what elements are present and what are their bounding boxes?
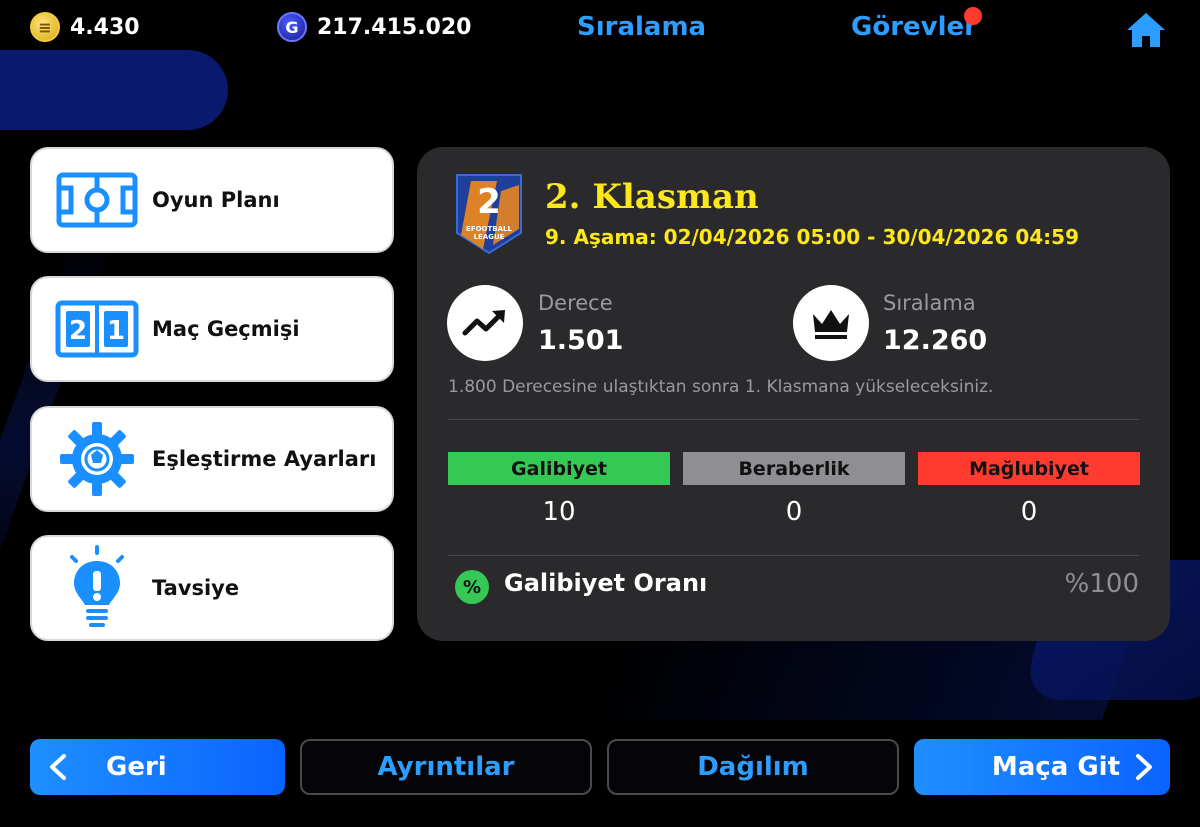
- gp-icon: G: [277, 12, 307, 42]
- menu-label: Eşleştirme Ayarları: [152, 447, 377, 471]
- draw-count: 0: [785, 497, 803, 527]
- back-label: Geri: [106, 752, 167, 782]
- win-header: Galibiyet: [448, 452, 670, 485]
- division-panel: 2 EFOOTBALL LEAGUE 2. Klasman 9. Aşama: …: [417, 147, 1170, 641]
- chevron-left-icon: [50, 754, 66, 780]
- stage-dates: 9. Aşama: 02/04/2026 05:00 - 30/04/2026 …: [545, 225, 1080, 249]
- divider: [448, 419, 1139, 420]
- top-bar: ≡ 4.430 G 217.415.020 Sıralama Görevler: [0, 0, 1200, 56]
- promotion-note: 1.800 Derecesine ulaştıktan sonra 1. Kla…: [448, 377, 994, 397]
- coins-counter[interactable]: ≡ 4.430: [30, 12, 140, 42]
- menu-match-history[interactable]: 2 1 Maç Geçmişi: [30, 276, 394, 382]
- svg-text:2: 2: [69, 316, 87, 346]
- missions-link[interactable]: Görevler: [851, 12, 977, 42]
- details-label: Ayrıntılar: [377, 752, 515, 782]
- coins-value: 4.430: [70, 14, 140, 40]
- menu-game-plan[interactable]: Oyun Planı: [30, 147, 394, 253]
- details-button[interactable]: Ayrıntılar: [300, 739, 592, 795]
- chevron-right-icon: [1136, 754, 1152, 780]
- menu-matchmaking-settings[interactable]: Eşleştirme Ayarları: [30, 406, 394, 512]
- svg-text:1: 1: [107, 316, 125, 346]
- rating-label: Derece: [538, 291, 613, 315]
- lightbulb-icon: [52, 545, 142, 628]
- svg-text:2: 2: [477, 182, 501, 222]
- gear-icon: [52, 419, 142, 499]
- division-badge: 2 EFOOTBALL LEAGUE: [456, 174, 522, 255]
- division-title: 2. Klasman: [545, 177, 759, 217]
- win-count: 10: [542, 497, 576, 527]
- loss-header: Mağlubiyet: [918, 452, 1140, 485]
- distribution-button[interactable]: Dağılım: [607, 739, 899, 795]
- notification-dot: [964, 7, 982, 25]
- home-icon[interactable]: [1124, 10, 1168, 50]
- win-rate-value: %100: [1064, 569, 1139, 599]
- background-decoration: [0, 50, 228, 130]
- rank-value: 12.260: [883, 325, 988, 356]
- go-to-match-button[interactable]: Maça Git: [914, 739, 1170, 795]
- trend-up-icon: [447, 285, 523, 361]
- menu-advice[interactable]: Tavsiye: [30, 535, 394, 641]
- scoreboard-icon: 2 1: [52, 289, 142, 369]
- draw-header: Beraberlik: [683, 452, 905, 485]
- gp-counter[interactable]: G 217.415.020: [277, 12, 471, 42]
- ranking-link[interactable]: Sıralama: [577, 12, 706, 42]
- crown-icon: [793, 285, 869, 361]
- rating-value: 1.501: [538, 325, 624, 356]
- svg-text:EFOOTBALL: EFOOTBALL: [466, 225, 512, 233]
- win-rate-label: Galibiyet Oranı: [504, 569, 708, 597]
- back-button[interactable]: Geri: [30, 739, 285, 795]
- svg-text:LEAGUE: LEAGUE: [474, 233, 505, 241]
- menu-label: Maç Geçmişi: [152, 317, 300, 341]
- menu-label: Oyun Planı: [152, 188, 280, 212]
- coin-icon: ≡: [30, 12, 60, 42]
- game-plan-icon: [52, 160, 142, 240]
- rank-label: Sıralama: [883, 291, 976, 315]
- menu-label: Tavsiye: [152, 576, 240, 600]
- loss-count: 0: [1020, 497, 1038, 527]
- percent-icon: %: [455, 570, 489, 604]
- gp-value: 217.415.020: [317, 14, 472, 40]
- go-to-match-label: Maça Git: [991, 752, 1120, 782]
- divider: [448, 555, 1139, 556]
- distribution-label: Dağılım: [697, 752, 809, 782]
